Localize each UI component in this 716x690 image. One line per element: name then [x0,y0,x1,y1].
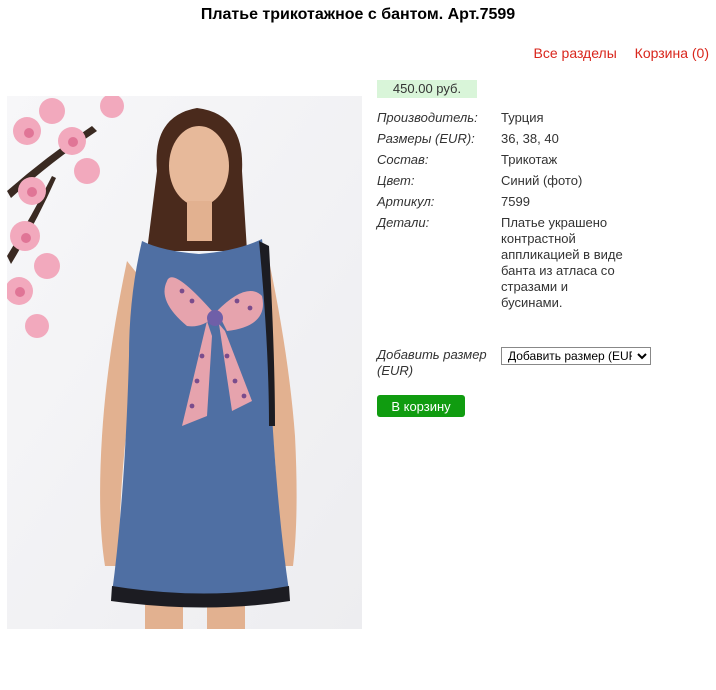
spec-label: Цвет: [377,173,415,188]
spec-value: Платье украшено контрастной аппликацией … [501,215,623,310]
product-page: Платье трикотажное с бантом. Арт.7599 Вс… [0,0,716,690]
spec-value: 7599 [501,194,530,209]
all-sections-link[interactable]: Все разделы [534,45,617,61]
product-photo[interactable] [7,96,362,629]
spec-label: Размеры (EUR): [377,131,475,146]
add-size-label: Добавить размер (EUR) [377,347,487,378]
spec-label: Артикул: [377,194,435,209]
dress-photo-illustration [7,96,362,629]
spec-value: Турция [501,110,544,125]
spec-value: Трикотаж [501,152,558,167]
cart-link[interactable]: Корзина (0) [635,45,709,61]
spec-label: Производитель: [377,110,478,125]
spec-label: Детали: [377,215,430,230]
spec-value: 36, 38, 40 [501,131,559,146]
spec-value: Синий (фото) [501,173,583,188]
product-title: Платье трикотажное с бантом. Арт.7599 [200,6,516,23]
size-select[interactable]: Добавить размер (EUR) [501,347,651,365]
spec-label: Состав: [377,152,429,167]
price-badge: 450.00 руб. [377,80,477,98]
top-nav: Все разделы Корзина (0) [520,45,709,61]
add-to-cart-button[interactable]: В корзину [377,395,465,417]
